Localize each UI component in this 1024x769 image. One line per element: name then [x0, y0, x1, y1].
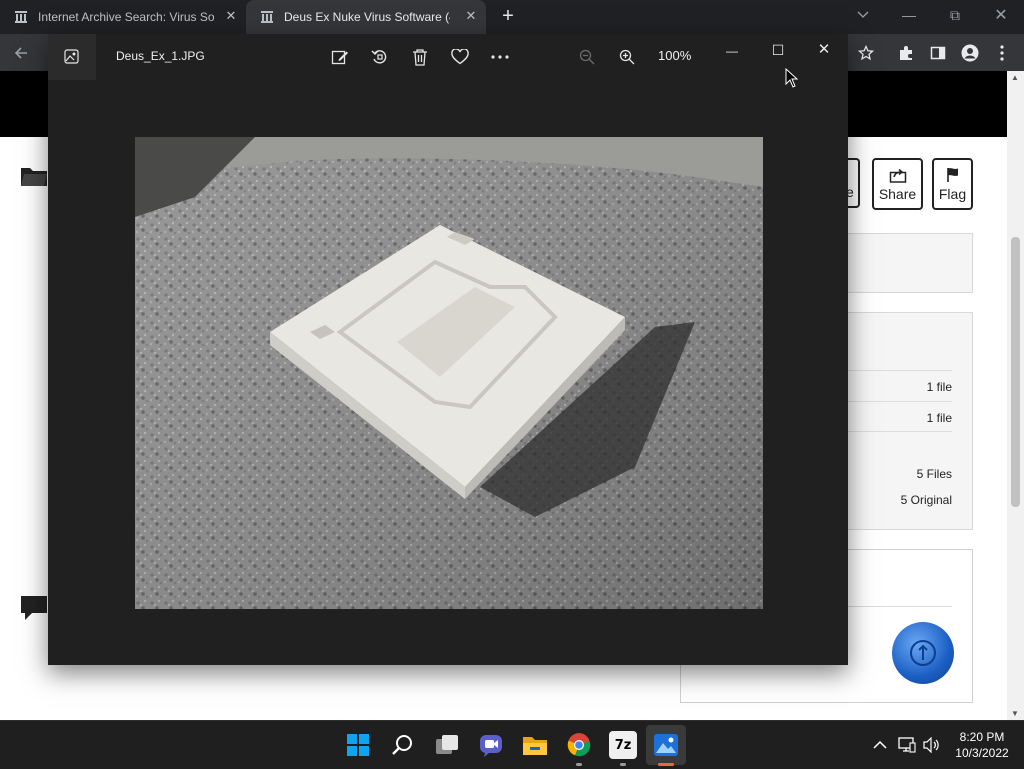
side-panel-icon[interactable]	[927, 42, 949, 64]
back-arrow-icon[interactable]	[10, 42, 32, 64]
viewer-maximize-button[interactable]: ☐	[767, 39, 789, 61]
viewer-minimize-button[interactable]: —	[721, 40, 743, 62]
chrome-icon[interactable]	[565, 731, 593, 759]
share-icon	[889, 168, 906, 183]
volume-icon[interactable]	[922, 736, 940, 754]
original-count: 5 Original	[900, 493, 952, 507]
system-clock[interactable]: 8:20 PM 10/3/2022	[950, 729, 1014, 761]
show-all-files-row[interactable]: 5 Files	[848, 467, 952, 481]
photos-viewer-window: Deus_Ex_1.JPG 100% — ☐ ✕	[48, 34, 848, 665]
uploader-avatar[interactable]	[892, 622, 954, 684]
zoom-out-icon[interactable]	[576, 46, 598, 68]
rotate-icon[interactable]	[369, 46, 391, 68]
file-count: 1 file	[926, 411, 952, 425]
browser-tab-strip: Internet Archive Search: Virus Sof ✕ Deu…	[0, 0, 1024, 34]
7zip-label: 7z	[614, 737, 632, 753]
viewer-toolbar: Deus_Ex_1.JPG 100% — ☐ ✕	[48, 34, 848, 80]
extensions-puzzle-icon[interactable]	[895, 42, 917, 64]
tab-close-icon[interactable]: ✕	[464, 9, 478, 23]
scroll-down-arrow-icon[interactable]: ▼	[1011, 709, 1019, 718]
file-count: 1 file	[926, 380, 952, 394]
zoom-in-icon[interactable]	[616, 46, 638, 68]
new-tab-button[interactable]: +	[498, 6, 518, 27]
more-options-icon[interactable]	[489, 46, 511, 68]
photos-app-icon	[64, 49, 79, 64]
chat-bubble-icon[interactable]	[20, 594, 48, 622]
network-icon[interactable]	[898, 736, 916, 754]
delete-icon[interactable]	[409, 46, 431, 68]
page-scrollbar[interactable]: ▲ ▼	[1007, 71, 1024, 720]
file-explorer-icon[interactable]	[521, 731, 549, 759]
share-button[interactable]: Share	[872, 158, 923, 210]
original-files-row[interactable]: 5 Original	[848, 493, 952, 507]
internet-archive-icon	[261, 11, 273, 23]
tab-title: Deus Ex Nuke Virus Software (47	[284, 10, 450, 24]
download-row-2[interactable]: 1 file	[848, 411, 952, 425]
photos-app-tile[interactable]	[48, 34, 96, 80]
download-row-1[interactable]: 1 file	[848, 380, 952, 394]
viewer-close-button[interactable]: ✕	[813, 38, 835, 60]
bookmark-star-icon[interactable]	[855, 42, 877, 64]
task-view-icon[interactable]	[433, 731, 461, 759]
displayed-photo	[135, 137, 763, 609]
browser-close-button[interactable]: ✕	[978, 0, 1024, 30]
chevron-up-icon[interactable]	[871, 736, 889, 754]
share-label: Share	[878, 185, 917, 202]
7zip-icon[interactable]: 7z	[609, 731, 637, 759]
clock-date: 10/3/2022	[955, 746, 1009, 760]
divider	[848, 431, 952, 432]
browser-menu-kebab-icon[interactable]	[991, 42, 1013, 64]
photos-active-indicator	[658, 763, 674, 766]
mouse-cursor-icon	[785, 68, 799, 88]
divider	[848, 401, 952, 402]
scroll-up-arrow-icon[interactable]: ▲	[1011, 73, 1019, 82]
info-panel-top	[848, 233, 973, 293]
search-icon[interactable]	[389, 731, 417, 759]
tab-deus-ex-nuke[interactable]: Deus Ex Nuke Virus Software (47 ✕	[246, 0, 486, 34]
windows-taskbar: 7z 8:20 PM 10/3/2022	[0, 720, 1024, 769]
internet-archive-icon	[15, 11, 27, 23]
divider	[848, 370, 952, 371]
tab-close-icon[interactable]: ✕	[224, 9, 238, 23]
flag-icon	[946, 167, 958, 182]
teams-chat-icon[interactable]	[477, 731, 505, 759]
browser-minimize-button[interactable]: —	[886, 0, 932, 30]
divider	[848, 606, 952, 607]
chrome-running-indicator	[576, 763, 582, 766]
browser-restore-button[interactable]: ⧉	[932, 0, 978, 30]
flag-label: Flag	[938, 185, 967, 202]
file-name: Deus_Ex_1.JPG	[116, 49, 205, 63]
favorite-heart-icon[interactable]	[449, 46, 471, 68]
file-count: 5 Files	[916, 467, 952, 481]
scrollbar-thumb[interactable]	[1011, 237, 1020, 507]
tab-internet-archive-search[interactable]: Internet Archive Search: Virus Sof ✕	[0, 0, 246, 34]
profile-avatar-icon[interactable]	[959, 42, 981, 64]
tab-title: Internet Archive Search: Virus Sof	[38, 10, 214, 24]
start-icon[interactable]	[344, 731, 372, 759]
edit-image-icon[interactable]	[329, 46, 351, 68]
zoom-level[interactable]: 100%	[658, 48, 691, 63]
7zip-running-indicator	[620, 763, 626, 766]
folder-icon[interactable]	[20, 162, 48, 190]
tab-search-chevron-icon[interactable]	[840, 0, 886, 30]
flag-button[interactable]: Flag	[932, 158, 973, 210]
clock-time: 8:20 PM	[959, 730, 1005, 744]
photos-icon[interactable]	[652, 731, 680, 759]
